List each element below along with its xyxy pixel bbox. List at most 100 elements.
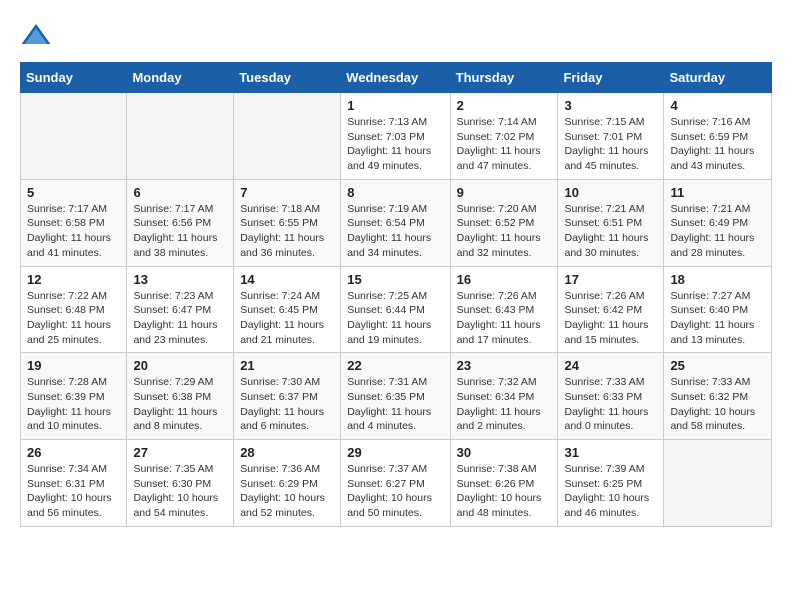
day-number: 7 (240, 185, 334, 200)
day-number: 28 (240, 445, 334, 460)
calendar-day-cell: 23Sunrise: 7:32 AM Sunset: 6:34 PM Dayli… (450, 353, 558, 440)
calendar-header-thursday: Thursday (450, 63, 558, 93)
calendar-day-cell: 30 Sunrise: 7:38 AM Sunset: 6:26 PM Dayli… (450, 440, 558, 527)
calendar-day-cell: 11 Sunrise: 7:21 AM Sunset: 6:49 PM Dayli… (664, 179, 772, 266)
day-info: Sunrise: 7:21 AM Sunset: 6:51 PM Dayligh… (564, 202, 657, 261)
calendar-header-wednesday: Wednesday (341, 63, 450, 93)
day-info: Sunrise: 7:36 AM Sunset: 6:29 PM Dayligh… (240, 462, 334, 521)
day-info: Sunrise: 7:24 AM Sunset: 6:45 PM Dayligh… (240, 289, 334, 348)
calendar-table: SundayMondayTuesdayWednesdayThursdayFrid… (20, 62, 772, 527)
day-number: 5 (27, 185, 120, 200)
day-info: Sunrise: 7:22 AM Sunset: 6:48 PM Dayligh… (27, 289, 120, 348)
day-number: 29 (347, 445, 443, 460)
day-info: Sunrise: 7:18 AM Sunset: 6:55 PM Dayligh… (240, 202, 334, 261)
day-info: Sunrise: 7:17 AM Sunset: 6:56 PM Dayligh… (133, 202, 227, 261)
day-info: Sunrise: 7:17 AM Sunset: 6:58 PM Dayligh… (27, 202, 120, 261)
day-number: 1 (347, 98, 443, 113)
calendar-day-cell: 21 Sunrise: 7:30 AM Sunset: 6:37 PM Dayli… (234, 353, 341, 440)
day-number: 4 (670, 98, 765, 113)
calendar-day-cell: 10 Sunrise: 7:21 AM Sunset: 6:51 PM Dayli… (558, 179, 664, 266)
day-info: Sunrise: 7:30 AM Sunset: 6:37 PM Dayligh… (240, 375, 334, 434)
day-info: Sunrise: 7:20 AM Sunset: 6:52 PM Dayligh… (457, 202, 552, 261)
calendar-day-cell: 22 Sunrise: 7:31 AM Sunset: 6:35 PM Dayli… (341, 353, 450, 440)
day-info: Sunrise: 7:13 AM Sunset: 7:03 PM Dayligh… (347, 115, 443, 174)
calendar-header-monday: Monday (127, 63, 234, 93)
day-info: Sunrise: 7:33 AM Sunset: 6:33 PM Dayligh… (564, 375, 657, 434)
calendar-week-row: 1 Sunrise: 7:13 AM Sunset: 7:03 PM Daylig… (21, 93, 772, 180)
day-info: Sunrise: 7:37 AM Sunset: 6:27 PM Dayligh… (347, 462, 443, 521)
day-info: Sunrise: 7:26 AM Sunset: 6:43 PM Dayligh… (457, 289, 552, 348)
calendar-day-cell: 13 Sunrise: 7:23 AM Sunset: 6:47 PM Dayli… (127, 266, 234, 353)
day-number: 6 (133, 185, 227, 200)
calendar-header-tuesday: Tuesday (234, 63, 341, 93)
day-number: 21 (240, 358, 334, 373)
calendar-day-cell: 17Sunrise: 7:26 AM Sunset: 6:42 PM Dayli… (558, 266, 664, 353)
calendar-header-saturday: Saturday (664, 63, 772, 93)
day-number: 24 (564, 358, 657, 373)
calendar-day-cell: 4 Sunrise: 7:16 AM Sunset: 6:59 PM Daylig… (664, 93, 772, 180)
day-info: Sunrise: 7:27 AM Sunset: 6:40 PM Dayligh… (670, 289, 765, 348)
day-info: Sunrise: 7:21 AM Sunset: 6:49 PM Dayligh… (670, 202, 765, 261)
calendar-day-cell: 31 Sunrise: 7:39 AM Sunset: 6:25 PM Dayli… (558, 440, 664, 527)
calendar-day-cell: 18 Sunrise: 7:27 AM Sunset: 6:40 PM Dayli… (664, 266, 772, 353)
calendar-day-cell: 9Sunrise: 7:20 AM Sunset: 6:52 PM Daylig… (450, 179, 558, 266)
calendar-day-cell: 7 Sunrise: 7:18 AM Sunset: 6:55 PM Daylig… (234, 179, 341, 266)
calendar-day-cell: 12 Sunrise: 7:22 AM Sunset: 6:48 PM Dayli… (21, 266, 127, 353)
calendar-day-cell: 20Sunrise: 7:29 AM Sunset: 6:38 PM Dayli… (127, 353, 234, 440)
calendar-day-cell: 25 Sunrise: 7:33 AM Sunset: 6:32 PM Dayli… (664, 353, 772, 440)
day-info: Sunrise: 7:15 AM Sunset: 7:01 PM Dayligh… (564, 115, 657, 174)
day-info: Sunrise: 7:31 AM Sunset: 6:35 PM Dayligh… (347, 375, 443, 434)
day-info: Sunrise: 7:34 AM Sunset: 6:31 PM Dayligh… (27, 462, 120, 521)
day-info: Sunrise: 7:14 AM Sunset: 7:02 PM Dayligh… (457, 115, 552, 174)
day-number: 15 (347, 272, 443, 287)
day-info: Sunrise: 7:38 AM Sunset: 6:26 PM Dayligh… (457, 462, 552, 521)
calendar-day-cell: 16 Sunrise: 7:26 AM Sunset: 6:43 PM Dayli… (450, 266, 558, 353)
day-number: 23 (457, 358, 552, 373)
day-number: 14 (240, 272, 334, 287)
calendar-day-cell: 26 Sunrise: 7:34 AM Sunset: 6:31 PM Dayli… (21, 440, 127, 527)
day-number: 2 (457, 98, 552, 113)
calendar-day-cell: 2 Sunrise: 7:14 AM Sunset: 7:02 PM Daylig… (450, 93, 558, 180)
day-number: 12 (27, 272, 120, 287)
calendar-day-cell: 27 Sunrise: 7:35 AM Sunset: 6:30 PM Dayli… (127, 440, 234, 527)
day-number: 11 (670, 185, 765, 200)
day-info: Sunrise: 7:19 AM Sunset: 6:54 PM Dayligh… (347, 202, 443, 261)
day-number: 16 (457, 272, 552, 287)
day-number: 27 (133, 445, 227, 460)
day-number: 22 (347, 358, 443, 373)
calendar-day-cell (127, 93, 234, 180)
day-number: 31 (564, 445, 657, 460)
calendar-week-row: 5 Sunrise: 7:17 AM Sunset: 6:58 PM Daylig… (21, 179, 772, 266)
calendar-day-cell (234, 93, 341, 180)
day-info: Sunrise: 7:26 AM Sunset: 6:42 PM Dayligh… (564, 289, 657, 348)
calendar-week-row: 19 Sunrise: 7:28 AM Sunset: 6:39 PM Dayli… (21, 353, 772, 440)
calendar-header-friday: Friday (558, 63, 664, 93)
calendar-day-cell: 8 Sunrise: 7:19 AM Sunset: 6:54 PM Daylig… (341, 179, 450, 266)
calendar-day-cell: 24 Sunrise: 7:33 AM Sunset: 6:33 PM Dayli… (558, 353, 664, 440)
calendar-day-cell: 1 Sunrise: 7:13 AM Sunset: 7:03 PM Daylig… (341, 93, 450, 180)
day-number: 25 (670, 358, 765, 373)
day-info: Sunrise: 7:39 AM Sunset: 6:25 PM Dayligh… (564, 462, 657, 521)
calendar-day-cell (21, 93, 127, 180)
day-number: 3 (564, 98, 657, 113)
calendar-day-cell: 28 Sunrise: 7:36 AM Sunset: 6:29 PM Dayli… (234, 440, 341, 527)
day-number: 13 (133, 272, 227, 287)
day-number: 26 (27, 445, 120, 460)
day-info: Sunrise: 7:23 AM Sunset: 6:47 PM Dayligh… (133, 289, 227, 348)
day-number: 8 (347, 185, 443, 200)
day-number: 19 (27, 358, 120, 373)
day-info: Sunrise: 7:35 AM Sunset: 6:30 PM Dayligh… (133, 462, 227, 521)
day-info: Sunrise: 7:33 AM Sunset: 6:32 PM Dayligh… (670, 375, 765, 434)
day-number: 10 (564, 185, 657, 200)
day-number: 30 (457, 445, 552, 460)
day-number: 18 (670, 272, 765, 287)
calendar-day-cell: 6 Sunrise: 7:17 AM Sunset: 6:56 PM Daylig… (127, 179, 234, 266)
calendar-day-cell: 29 Sunrise: 7:37 AM Sunset: 6:27 PM Dayli… (341, 440, 450, 527)
calendar-header-row: SundayMondayTuesdayWednesdayThursdayFrid… (21, 63, 772, 93)
calendar-week-row: 26 Sunrise: 7:34 AM Sunset: 6:31 PM Dayli… (21, 440, 772, 527)
page-header (20, 20, 772, 52)
day-info: Sunrise: 7:16 AM Sunset: 6:59 PM Dayligh… (670, 115, 765, 174)
logo-icon (20, 20, 52, 52)
day-info: Sunrise: 7:29 AM Sunset: 6:38 PM Dayligh… (133, 375, 227, 434)
day-info: Sunrise: 7:28 AM Sunset: 6:39 PM Dayligh… (27, 375, 120, 434)
